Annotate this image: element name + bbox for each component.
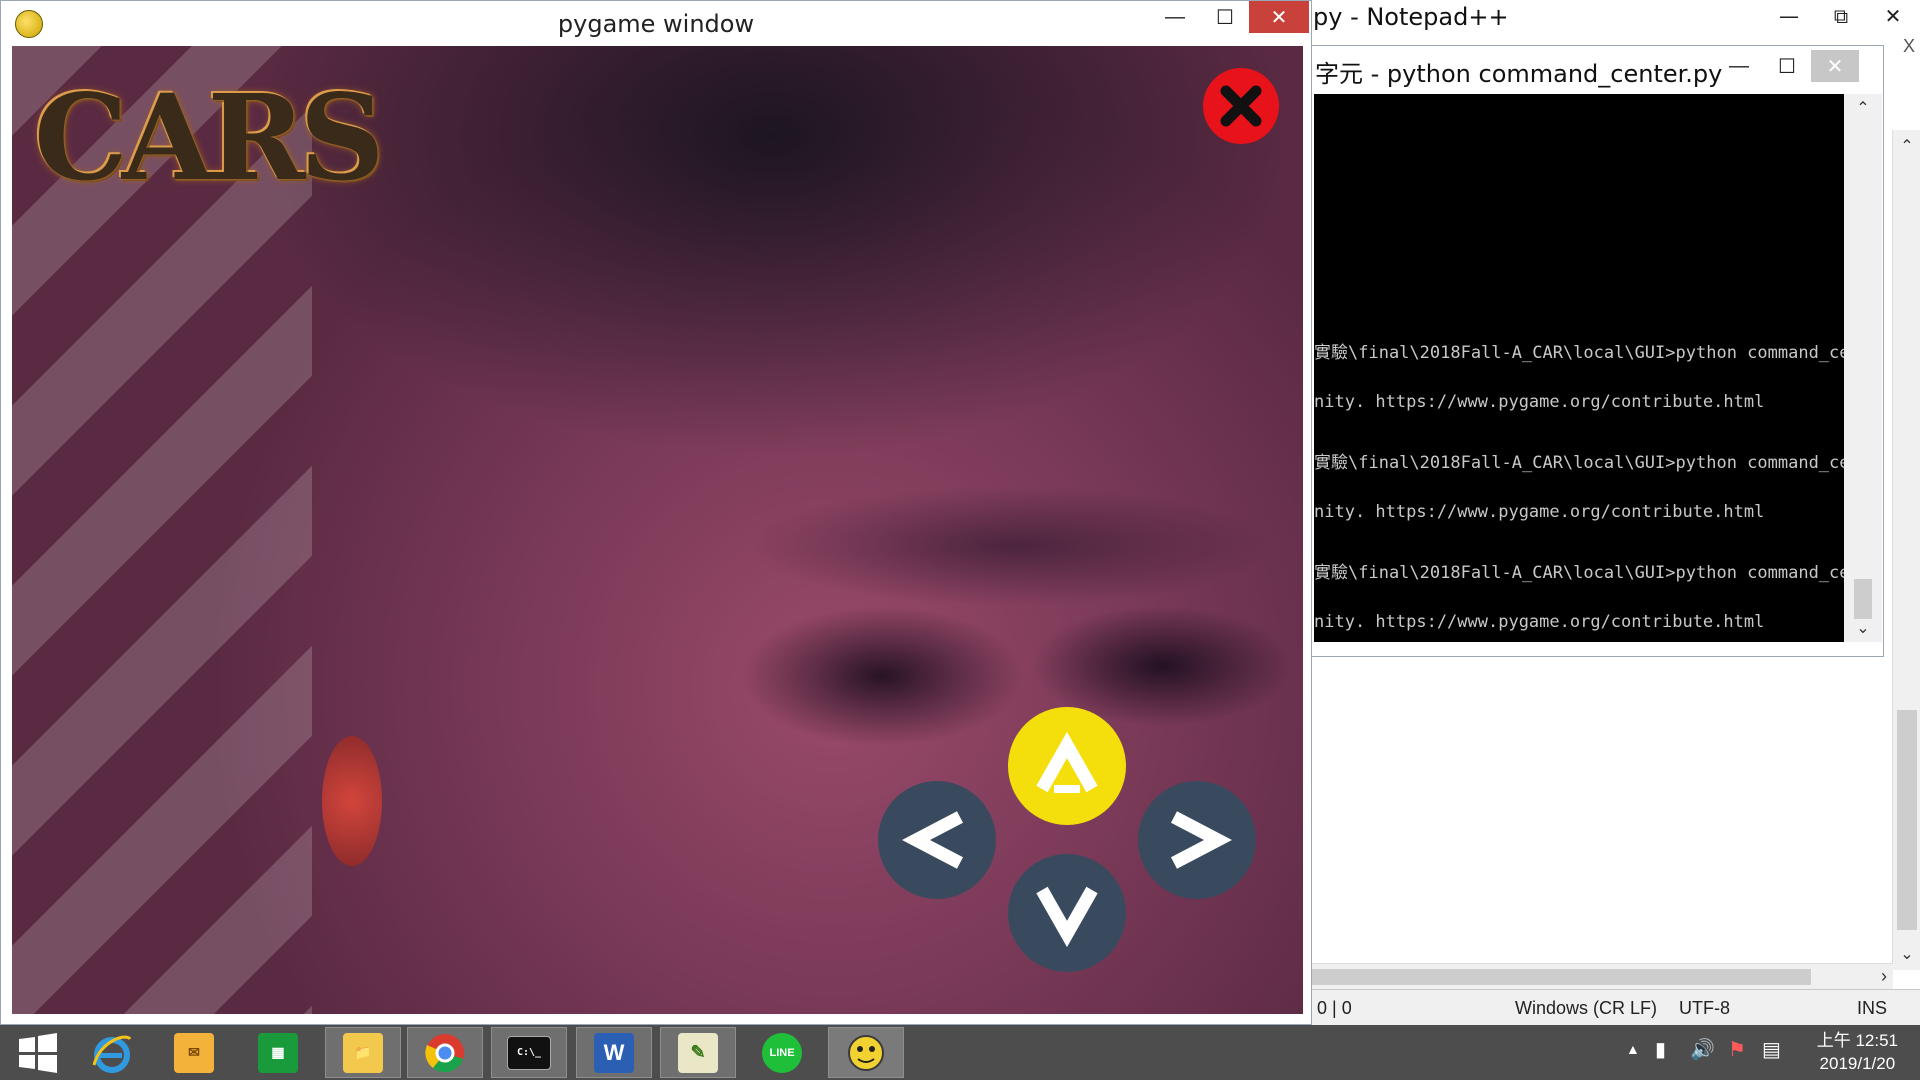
- taskbar-word[interactable]: W: [576, 1027, 652, 1078]
- start-button[interactable]: [0, 1027, 76, 1078]
- console-window: 字元 - python command_center.py — ☐ ✕ 實驗\f…: [1300, 45, 1884, 657]
- cars-logo: CARS: [34, 68, 385, 207]
- backward-button[interactable]: [1008, 854, 1126, 972]
- notepad-titlebar[interactable]: py - Notepad++ — ⧉ ✕: [1301, 0, 1920, 34]
- notepad-horizontal-scrollbar[interactable]: ›: [1301, 963, 1893, 990]
- console-line: 實驗\final\2018Fall-A_CAR\local\GUI>python…: [1314, 343, 1844, 363]
- console-line: 實驗\final\2018Fall-A_CAR\local\GUI>python…: [1314, 453, 1844, 473]
- store-icon: ▦: [258, 1032, 298, 1073]
- taskbar-ie[interactable]: [74, 1027, 150, 1078]
- scroll-up-arrow-icon[interactable]: ⌃: [1893, 136, 1920, 156]
- console-line: nity. https://www.pygame.org/contribute.…: [1314, 612, 1765, 632]
- console-scroll-up-icon[interactable]: ⌃: [1844, 98, 1882, 118]
- line-app-label: LINE: [769, 1046, 795, 1059]
- pygame-minimize-button[interactable]: —: [1149, 1, 1201, 33]
- hscroll-thumb[interactable]: [1311, 969, 1811, 985]
- scroll-thumb[interactable]: [1897, 710, 1917, 930]
- taskbar: ✉ ▦ 📁 C:\_ W ✎ LINE ▲ ▮ 🔊 ⚑ ▤ 上午 12:51 2…: [0, 1025, 1920, 1080]
- arrow-left-icon: [902, 811, 964, 869]
- close-icon: [1220, 85, 1262, 127]
- arrow-down-icon: [1036, 886, 1098, 948]
- status-mode: INS: [1857, 998, 1888, 1018]
- console-minimize-button[interactable]: —: [1715, 50, 1763, 82]
- pygame-maximize-button[interactable]: ☐: [1201, 1, 1249, 33]
- forward-button[interactable]: [1008, 707, 1126, 825]
- taskbar-file-explorer[interactable]: 📁: [325, 1027, 401, 1078]
- tray-power-icon[interactable]: ▮: [1655, 1037, 1666, 1062]
- line-app-icon: LINE: [762, 1032, 802, 1073]
- pygame-icon: [848, 1034, 884, 1071]
- status-eol: Windows (CR LF): [1515, 998, 1658, 1018]
- arrow-right-icon: [1170, 811, 1232, 869]
- clock-time: 上午 12:51: [1816, 1031, 1898, 1050]
- tray-volume-icon[interactable]: 🔊: [1690, 1037, 1715, 1062]
- file-explorer-icon: 📁: [343, 1032, 383, 1073]
- camera-subject-ear: [322, 736, 382, 866]
- notepad-restore-button[interactable]: ⧉: [1815, 0, 1867, 32]
- notepad-vertical-scrollbar[interactable]: ⌃ ⌄: [1892, 130, 1920, 970]
- notepad-minimize-button[interactable]: —: [1763, 0, 1815, 32]
- console-maximize-button[interactable]: ☐: [1763, 50, 1811, 82]
- notepad-tab-close-icon[interactable]: X: [1903, 36, 1915, 57]
- taskbar-outlook[interactable]: ✉: [156, 1027, 232, 1078]
- console-scroll-down-icon[interactable]: ⌄: [1844, 618, 1882, 638]
- console-titlebar[interactable]: 字元 - python command_center.py — ☐ ✕: [1301, 46, 1883, 92]
- chrome-icon: [425, 1033, 464, 1072]
- camera-feed: CARS: [12, 46, 1303, 1014]
- windows-logo-icon: [19, 1032, 57, 1073]
- scroll-down-arrow-icon[interactable]: ⌄: [1893, 944, 1920, 964]
- scroll-right-arrow-icon[interactable]: ›: [1881, 966, 1887, 987]
- taskbar-line[interactable]: LINE: [744, 1027, 820, 1078]
- taskbar-notepad-plus-plus[interactable]: ✎: [660, 1027, 736, 1078]
- console-output[interactable]: 實驗\final\2018Fall-A_CAR\local\GUI>python…: [1314, 94, 1844, 642]
- tray-overflow-icon[interactable]: ▲: [1626, 1041, 1640, 1057]
- console-line: nity. https://www.pygame.org/contribute.…: [1314, 392, 1765, 412]
- taskbar-clock[interactable]: 上午 12:51 2019/1/20: [1817, 1029, 1898, 1075]
- internet-explorer-icon: [92, 1035, 132, 1073]
- arrow-up-icon: [1036, 731, 1098, 793]
- console-title: 字元 - python command_center.py: [1315, 60, 1723, 88]
- tray-action-center-icon[interactable]: ⚑: [1728, 1037, 1746, 1062]
- command-prompt-icon: C:\_: [507, 1035, 551, 1070]
- pygame-titlebar[interactable]: pygame window — ☐ ✕: [1, 1, 1311, 45]
- outlook-icon: ✉: [174, 1032, 214, 1073]
- notepad-statusbar: : 0 | 0 Windows (CR LF) UTF-8 INS: [1301, 989, 1920, 1025]
- console-line: 實驗\final\2018Fall-A_CAR\local\GUI>python…: [1314, 563, 1844, 583]
- taskbar-store[interactable]: ▦: [240, 1027, 316, 1078]
- notepad-close-button[interactable]: ✕: [1867, 0, 1919, 32]
- right-button[interactable]: [1138, 781, 1256, 899]
- clock-date: 2019/1/20: [1819, 1054, 1896, 1073]
- word-icon: W: [594, 1032, 634, 1073]
- console-line: nity. https://www.pygame.org/contribute.…: [1314, 502, 1765, 522]
- quit-button[interactable]: [1203, 68, 1279, 144]
- console-scroll-thumb[interactable]: [1854, 579, 1872, 619]
- taskbar-chrome[interactable]: [407, 1027, 483, 1078]
- pygame-title: pygame window: [557, 10, 755, 38]
- console-close-button[interactable]: ✕: [1811, 50, 1859, 82]
- pygame-window: pygame window — ☐ ✕ CARS: [0, 0, 1312, 1025]
- notepad-plus-plus-icon: ✎: [678, 1032, 718, 1073]
- pygame-close-button[interactable]: ✕: [1249, 1, 1309, 33]
- left-button[interactable]: [878, 781, 996, 899]
- taskbar-command-prompt[interactable]: C:\_: [491, 1027, 567, 1078]
- status-position: : 0 | 0: [1307, 998, 1352, 1018]
- notepad-title: py - Notepad++: [1313, 3, 1509, 31]
- tray-network-icon[interactable]: ▤: [1762, 1037, 1781, 1062]
- console-scrollbar[interactable]: ⌃ ⌄: [1844, 94, 1882, 642]
- status-encoding: UTF-8: [1679, 998, 1730, 1018]
- taskbar-pygame[interactable]: [828, 1027, 904, 1078]
